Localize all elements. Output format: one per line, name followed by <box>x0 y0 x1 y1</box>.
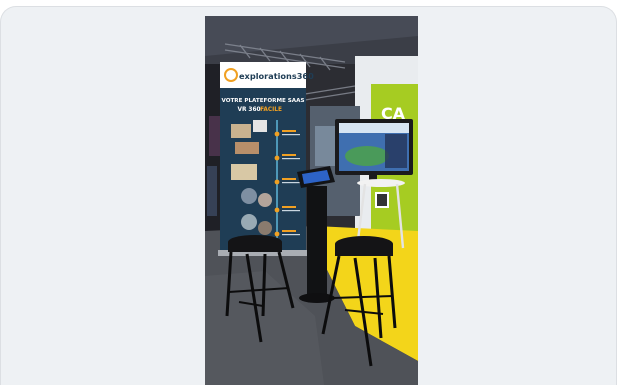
booth-photo: CA explorations360 VOTRE PLATEFORME SAAS… <box>205 16 418 385</box>
rollup-banner: explorations360 VOTRE PLATEFORME SAAS VR… <box>218 62 314 256</box>
image-viewer-card: CA explorations360 VOTRE PLATEFORME SAAS… <box>0 6 617 385</box>
banner-headline-1: VOTRE PLATEFORME SAAS <box>221 98 304 104</box>
banner-brand: explorations360 <box>239 71 314 81</box>
booth-monitor <box>335 119 413 183</box>
banner-headline-2-accent: FACILE <box>260 107 282 113</box>
booth-photo-drawing: CA explorations360 VOTRE PLATEFORME SAAS… <box>205 16 418 385</box>
banner-headline-2-prefix: VR 360 <box>237 107 260 113</box>
